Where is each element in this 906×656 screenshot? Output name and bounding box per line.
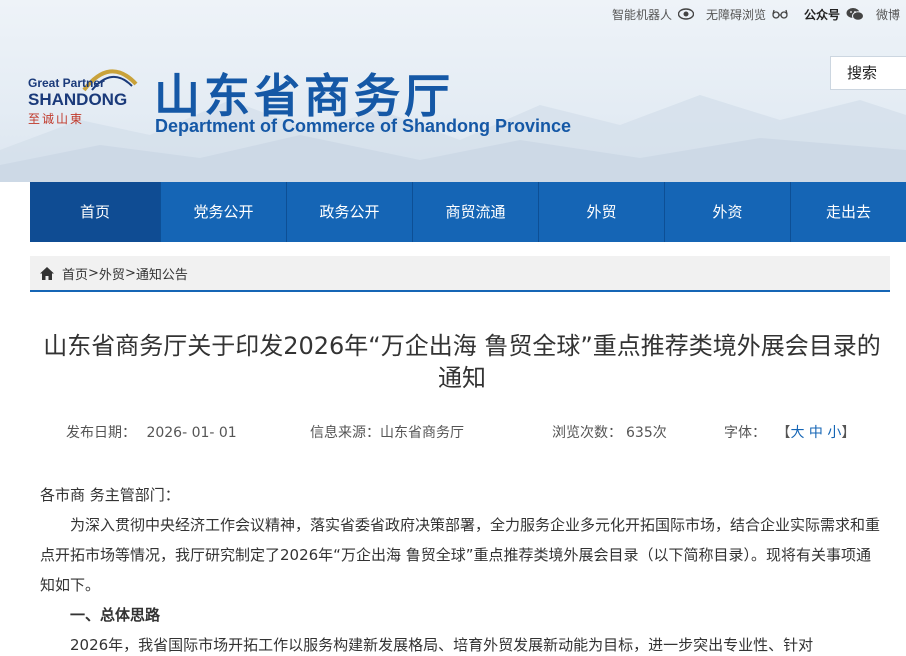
- search-button[interactable]: 搜索: [830, 56, 906, 90]
- logo-text-great-partner: Great Partner: [28, 76, 105, 90]
- breadcrumb-notices[interactable]: 通知公告: [136, 264, 188, 283]
- site-subtitle: Department of Commerce of Shandong Provi…: [155, 116, 572, 136]
- breadcrumb-separator: >: [124, 265, 136, 281]
- nav-item-going-global[interactable]: 走出去: [791, 182, 906, 242]
- view-count: 浏览次数： 635次: [552, 422, 667, 442]
- home-icon: [40, 266, 54, 280]
- font-size-label: 字体：: [724, 425, 766, 441]
- article-section-heading: 一、总体思路: [70, 606, 161, 624]
- article-body: 各市商 务主管部门： 为深入贯彻中央经济工作会议精神，落实省委省政府决策部署，全…: [40, 480, 882, 656]
- publish-date-value: 2026- 01- 01: [146, 425, 237, 441]
- main-nav: 首页 党务公开 政务公开 商贸流通 外贸 外资 走出去: [30, 182, 906, 242]
- great-partner-shandong-logo[interactable]: Great Partner SHANDONG 至诚山東: [28, 62, 140, 134]
- robot-link-label: 智能机器人: [611, 7, 672, 22]
- font-size-small[interactable]: 小: [827, 425, 841, 441]
- article-salutation: 各市商 务主管部门：: [40, 486, 180, 504]
- info-source-value: 山东省商务厅: [380, 425, 464, 441]
- weibo-link[interactable]: 微博: [876, 6, 900, 23]
- nav-item-home[interactable]: 首页: [30, 182, 161, 242]
- article-meta: 发布日期： 2026- 01- 01 信息来源：山东省商务厅 浏览次数： 635次…: [0, 422, 906, 442]
- article-title: 山东省商务厅关于印发2026年“万企出海 鲁贸全球”重点推荐类境外展会目录的通知: [43, 332, 881, 392]
- weibo-link-label: 微博: [875, 7, 900, 22]
- info-source-label: 信息来源：: [310, 425, 380, 441]
- nav-item-party-affairs[interactable]: 党务公开: [161, 182, 287, 242]
- font-size-large[interactable]: 大: [790, 425, 804, 441]
- logo-text-shandong: SHANDONG: [28, 90, 128, 109]
- nav-item-foreign-investment[interactable]: 外资: [665, 182, 791, 242]
- nav-item-government-affairs[interactable]: 政务公开: [287, 182, 413, 242]
- font-size-open-bracket: 【: [776, 425, 791, 441]
- font-size-switcher: 字体： 【大 中 小】: [724, 422, 855, 442]
- article-paragraph: 2026年，我省国际市场开拓工作以服务构建新发展格局、培育外贸发展新动能为目标，…: [70, 636, 814, 654]
- publish-date-label: 发布日期：: [66, 425, 136, 441]
- accessibility-link[interactable]: 无障碍浏览: [706, 6, 788, 23]
- logo-text-chinese: 至诚山東: [28, 112, 85, 126]
- font-size-close-bracket: 】: [841, 425, 856, 441]
- top-utility-bar: 智能机器人 无障碍浏览 公众号 微博: [600, 4, 900, 24]
- article-paragraph: 为深入贯彻中央经济工作会议精神，落实省委省政府决策部署，全力服务企业多元化开拓国…: [40, 516, 881, 594]
- font-size-medium[interactable]: 中: [809, 425, 823, 441]
- glasses-icon: [772, 9, 788, 19]
- accessibility-link-label: 无障碍浏览: [705, 7, 766, 22]
- wechat-icon: [846, 8, 864, 21]
- breadcrumb: 首页 > 外贸 > 通知公告: [30, 256, 890, 292]
- nav-item-commerce-circulation[interactable]: 商贸流通: [413, 182, 539, 242]
- publish-date: 发布日期： 2026- 01- 01: [66, 422, 237, 442]
- wechat-link[interactable]: 公众号: [804, 6, 864, 23]
- eye-icon: [677, 8, 694, 20]
- breadcrumb-home[interactable]: 首页: [62, 264, 88, 283]
- breadcrumb-foreign-trade[interactable]: 外贸: [99, 264, 125, 283]
- info-source: 信息来源：山东省商务厅: [310, 422, 464, 442]
- breadcrumb-separator: >: [88, 265, 99, 281]
- nav-item-foreign-trade[interactable]: 外贸: [539, 182, 665, 242]
- robot-link[interactable]: 智能机器人: [612, 6, 694, 23]
- wechat-link-label: 公众号: [803, 7, 840, 22]
- view-count-value: 635次: [626, 425, 667, 441]
- view-count-label: 浏览次数：: [552, 425, 622, 441]
